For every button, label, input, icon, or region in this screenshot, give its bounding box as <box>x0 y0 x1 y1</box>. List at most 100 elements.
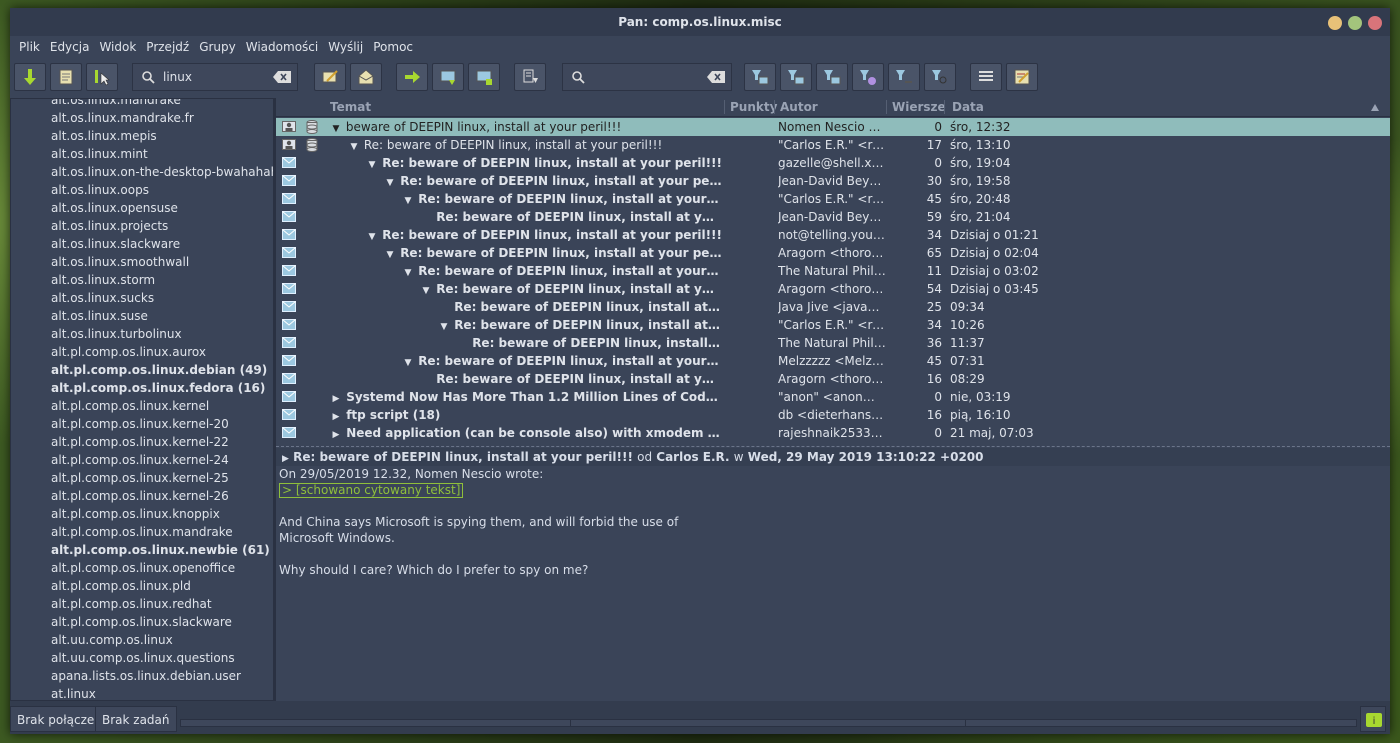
group-list-item[interactable]: at.linux <box>11 685 273 700</box>
group-list-item[interactable]: alt.uu.comp.os.linux.questions <box>11 649 273 667</box>
group-list-item[interactable]: alt.pl.comp.os.linux.kernel-26 <box>11 487 273 505</box>
show-headers-button[interactable] <box>970 63 1002 91</box>
article-row[interactable]: ▼ Re: beware of DEEPIN linux, install at… <box>276 172 1390 190</box>
select-cursor-button[interactable] <box>86 63 118 91</box>
article-row[interactable]: ▶ ftp script (18)db <dieterhansbrit...16… <box>276 406 1390 424</box>
column-lines[interactable]: Wiersze <box>892 100 946 114</box>
article-row[interactable]: Re: beware of DEEPIN linux, install at y… <box>276 208 1390 226</box>
article-row[interactable]: ▶ Systemd Now Has More Than 1.2 Million … <box>276 388 1390 406</box>
group-list-item[interactable]: alt.os.linux.slackware <box>11 235 273 253</box>
filter-watched-button[interactable] <box>852 63 884 91</box>
group-list-item[interactable]: alt.pl.comp.os.linux.knoppix <box>11 505 273 523</box>
menu-item[interactable]: Grupy <box>194 40 241 54</box>
group-list-item[interactable]: alt.pl.comp.os.linux.kernel-22 <box>11 433 273 451</box>
close-button[interactable] <box>1368 16 1382 30</box>
followup-button[interactable] <box>350 63 382 91</box>
group-list-item[interactable]: alt.os.linux.mandrake <box>11 99 273 109</box>
next-article-button[interactable] <box>432 63 464 91</box>
tasks-status-button[interactable]: Brak zadań <box>95 706 177 732</box>
group-search-input[interactable] <box>161 69 273 85</box>
column-author[interactable]: Autor <box>780 100 818 114</box>
article-row[interactable]: ▶ Need application (can be console also)… <box>276 424 1390 442</box>
article-row[interactable]: Re: beware of DEEPIN linux, install at y… <box>276 370 1390 388</box>
article-list[interactable]: ▼ beware of DEEPIN linux, install at you… <box>276 118 1390 448</box>
article-row[interactable]: ▼ Re: beware of DEEPIN linux, install at… <box>276 136 1390 154</box>
column-subject[interactable]: Temat <box>330 100 371 114</box>
article-row[interactable]: ▼ Re: beware of DEEPIN linux, install at… <box>276 154 1390 172</box>
group-list-item[interactable]: alt.pl.comp.os.linux.newbie (61) <box>11 541 273 559</box>
group-list-item[interactable]: alt.os.linux.turbolinux <box>11 325 273 343</box>
menu-item[interactable]: Wyślij <box>323 40 368 54</box>
group-list-item[interactable]: alt.os.linux.projects <box>11 217 273 235</box>
group-list-pane[interactable]: alt.os.linux.mandrake alt.os.linux.mandra… <box>10 98 274 701</box>
column-separator[interactable] <box>944 100 945 114</box>
article-row[interactable]: ▼ Re: beware of DEEPIN linux, install at… <box>276 244 1390 262</box>
group-list-item[interactable]: alt.os.linux.mandrake.fr <box>11 109 273 127</box>
article-row[interactable]: ▼ Re: beware of DEEPIN linux, install at… <box>276 226 1390 244</box>
article-row[interactable]: ▼ Re: beware of DEEPIN linux, install at… <box>276 352 1390 370</box>
group-list-item[interactable]: alt.pl.comp.os.linux.pld <box>11 577 273 595</box>
menu-item[interactable]: Wiadomości <box>241 40 323 54</box>
minimize-button[interactable] <box>1328 16 1342 30</box>
get-new-headers-button[interactable] <box>14 63 46 91</box>
menu-item[interactable]: Przejdź <box>141 40 194 54</box>
header-search-box[interactable] <box>562 63 732 91</box>
group-list-item[interactable]: alt.pl.comp.os.linux.openoffice <box>11 559 273 577</box>
column-separator[interactable] <box>886 100 887 114</box>
group-search-box[interactable] <box>132 63 298 91</box>
group-list-item[interactable]: alt.uu.comp.os.linux <box>11 631 273 649</box>
group-list-item[interactable]: alt.os.linux.smoothwall <box>11 253 273 271</box>
article-row[interactable]: ▼ beware of DEEPIN linux, install at you… <box>276 118 1390 136</box>
group-list-item[interactable]: alt.pl.comp.os.linux.fedora (16) <box>11 379 273 397</box>
group-list-item[interactable]: alt.pl.comp.os.linux.kernel-25 <box>11 469 273 487</box>
group-list-item[interactable]: alt.os.linux.opensuse <box>11 199 273 217</box>
next-unread-button[interactable] <box>396 63 428 91</box>
article-splitter[interactable] <box>276 446 1390 447</box>
read-selected-button[interactable] <box>50 63 82 91</box>
filter-unread-button[interactable] <box>744 63 776 91</box>
expand-triangle-icon[interactable]: ▶ <box>282 454 289 464</box>
article-row[interactable]: Re: beware of DEEPIN linux, install at y… <box>276 334 1390 352</box>
group-list-item[interactable]: alt.os.linux.storm <box>11 271 273 289</box>
article-row[interactable]: Re: beware of DEEPIN linux, install at y… <box>276 298 1390 316</box>
group-list-item[interactable]: alt.pl.comp.os.linux.slackware <box>11 613 273 631</box>
next-thread-button[interactable] <box>468 63 500 91</box>
menu-item[interactable]: Plik <box>14 40 45 54</box>
clear-search-icon[interactable] <box>273 71 291 83</box>
title-bar[interactable]: Pan: comp.os.linux.misc <box>10 8 1390 36</box>
column-score[interactable]: Punkty <box>730 100 777 114</box>
hidden-quote-link[interactable]: > [schowano cytowany tekst] <box>279 483 464 498</box>
group-list-item[interactable]: alt.os.linux.on-the-desktop-bwahahahahaa <box>11 163 273 181</box>
post-article-button[interactable] <box>314 63 346 91</box>
header-search-input[interactable] <box>591 69 707 85</box>
column-separator[interactable] <box>774 100 775 114</box>
filter-complete-button[interactable] <box>816 63 848 91</box>
filter-score-button[interactable] <box>888 63 920 91</box>
filter-search-button[interactable] <box>924 63 956 91</box>
group-list-item[interactable]: alt.os.linux.mint <box>11 145 273 163</box>
group-list-item[interactable]: alt.os.linux.oops <box>11 181 273 199</box>
group-list-item[interactable]: apana.lists.os.linux.debian.user <box>11 667 273 685</box>
download-flagged-button[interactable] <box>514 63 546 91</box>
filter-cached-button[interactable] <box>780 63 812 91</box>
maximize-button[interactable] <box>1348 16 1362 30</box>
menu-item[interactable]: Widok <box>94 40 141 54</box>
column-separator[interactable] <box>724 100 725 114</box>
group-list-item[interactable]: alt.pl.comp.os.linux.debian (49) <box>11 361 273 379</box>
group-list-item[interactable]: alt.pl.comp.os.linux.aurox <box>11 343 273 361</box>
menu-item[interactable]: Edycja <box>45 40 95 54</box>
group-list-item[interactable]: alt.pl.comp.os.linux.kernel-24 <box>11 451 273 469</box>
group-list-item[interactable]: alt.os.linux.suse <box>11 307 273 325</box>
thread-toggle-icon[interactable]: ▶ <box>330 426 342 444</box>
clear-search-icon[interactable] <box>707 71 725 83</box>
group-list-item[interactable]: alt.pl.comp.os.linux.kernel <box>11 397 273 415</box>
article-row[interactable]: ▼ Re: beware of DEEPIN linux, install at… <box>276 262 1390 280</box>
column-date[interactable]: Data <box>952 100 984 114</box>
group-list-item[interactable]: alt.pl.comp.os.linux.redhat <box>11 595 273 613</box>
group-list-item[interactable]: alt.os.linux.sucks <box>11 289 273 307</box>
event-log-button[interactable]: i <box>1360 706 1386 732</box>
menu-item[interactable]: Pomoc <box>368 40 418 54</box>
edit-scorefile-button[interactable] <box>1006 63 1038 91</box>
article-row[interactable]: ▼ Re: beware of DEEPIN linux, install at… <box>276 316 1390 334</box>
article-row[interactable]: ▼ Re: beware of DEEPIN linux, install at… <box>276 280 1390 298</box>
